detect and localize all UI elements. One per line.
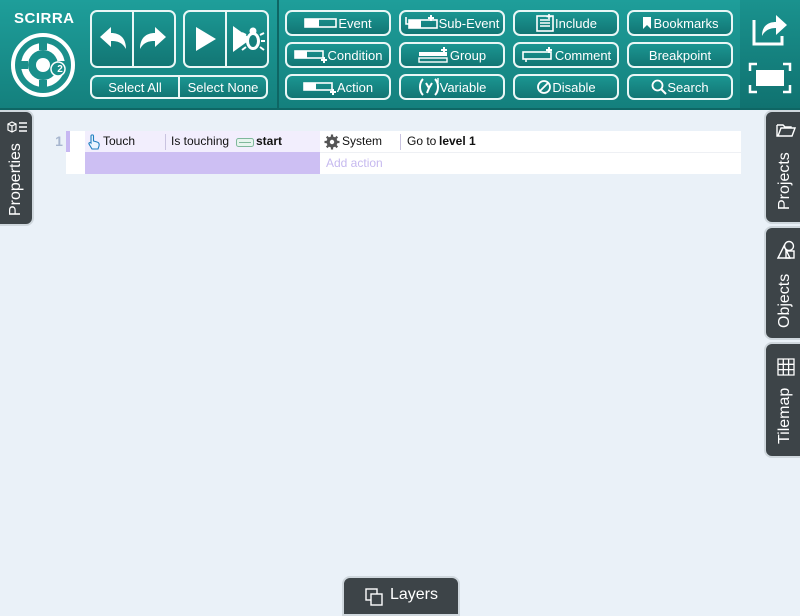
action-row[interactable]: System Go to level 1 [320, 131, 741, 153]
debug-button[interactable] [225, 12, 267, 66]
preview-button[interactable] [185, 12, 225, 66]
condition-separator [165, 134, 166, 150]
action-text[interactable]: Go to [407, 131, 436, 152]
add-sub-event-button[interactable]: Sub-Event [399, 10, 505, 36]
properties-label: Properties [7, 143, 24, 216]
objects-tab[interactable]: Objects [764, 226, 800, 340]
event-icon [304, 18, 338, 28]
layers-icon [365, 588, 383, 606]
folder-icon [776, 124, 796, 137]
search-label: Search [667, 79, 709, 95]
select-none-button[interactable]: Select None [178, 77, 266, 97]
add-variable-button[interactable]: Variable [399, 74, 505, 100]
sub-event-icon [404, 15, 438, 29]
event-label: Event [338, 15, 372, 31]
run-group [183, 10, 269, 68]
fullscreen-icon[interactable] [748, 62, 792, 94]
bookmark-icon [643, 17, 652, 29]
properties-tab[interactable]: Properties [0, 110, 34, 226]
disable-button[interactable]: Disable [513, 74, 619, 100]
share-icon[interactable] [750, 10, 790, 48]
redo-icon [140, 27, 166, 49]
objects-label: Objects [776, 273, 793, 328]
add-condition-button[interactable]: Condition [285, 42, 391, 68]
brand-name: SCIRRA [14, 10, 75, 27]
action-label: Action [336, 79, 374, 95]
include-button[interactable]: Include [513, 10, 619, 36]
group-icon [418, 47, 448, 63]
toolbar: SCIRRA 2 Select All Select None Event Su… [0, 0, 800, 110]
add-condition-area[interactable] [85, 152, 320, 174]
include-label: Include [555, 15, 597, 31]
system-gear-icon [324, 134, 340, 150]
toolbar-divider [277, 0, 279, 108]
condition-icon [293, 50, 327, 63]
search-icon [651, 79, 668, 95]
condition-object[interactable]: Touch [103, 131, 135, 152]
bug-icon [233, 26, 265, 52]
condition-target[interactable]: start [256, 131, 282, 152]
shapes-icon [776, 240, 795, 259]
add-group-button[interactable]: Group [399, 42, 505, 68]
event-number: 1 [55, 133, 63, 149]
undo-icon [100, 27, 126, 49]
bookmarks-label: Bookmarks [653, 15, 719, 31]
action-target[interactable]: level 1 [439, 131, 476, 152]
condition-label: Condition [327, 47, 383, 63]
projects-label: Projects [776, 152, 793, 210]
select-all-button[interactable]: Select All [92, 77, 178, 97]
layers-label: Layers [389, 586, 439, 603]
breakpoint-button[interactable]: Breakpoint [627, 42, 733, 68]
sub-event-label: Sub-Event [438, 15, 500, 31]
event-margin[interactable] [66, 131, 70, 152]
add-event-button[interactable]: Event [285, 10, 391, 36]
event-row[interactable]: Touch Is touching start System Go to lev… [66, 131, 741, 174]
breakpoint-label: Breakpoint [648, 47, 712, 63]
add-action-link[interactable]: Add action [326, 152, 383, 174]
window-controls [740, 0, 800, 108]
redo-button[interactable] [132, 12, 174, 66]
variable-label: Variable [439, 79, 487, 95]
tilemap-label: Tilemap [776, 387, 793, 444]
add-action-button[interactable]: Action [285, 74, 391, 100]
brand: SCIRRA 2 [6, 6, 82, 104]
disable-label: Disable [552, 79, 596, 95]
action-icon [303, 82, 336, 95]
disable-icon [537, 80, 552, 94]
add-comment-button[interactable]: Comment [513, 42, 619, 68]
properties-icon [7, 121, 27, 133]
tilemap-tab[interactable]: Tilemap [764, 342, 800, 458]
undo-redo-group [90, 10, 176, 68]
event-sheet: 1 Touch Is touching start System Go to l… [52, 131, 741, 174]
projects-tab[interactable]: Projects [764, 110, 800, 224]
condition-text[interactable]: Is touching [171, 131, 229, 152]
play-icon [196, 27, 216, 51]
grid-icon [777, 358, 795, 376]
action-separator [400, 134, 401, 150]
layers-tab[interactable]: Layers [342, 576, 460, 616]
comment-label: Comment [554, 47, 612, 63]
touch-icon [88, 134, 100, 150]
group-label: Group [449, 47, 487, 63]
undo-button[interactable] [92, 12, 132, 66]
comment-icon [522, 47, 552, 62]
condition-row[interactable]: Touch Is touching start [85, 131, 320, 153]
include-icon [536, 14, 554, 32]
sprite-icon [236, 138, 254, 147]
logo-badge: 2 [57, 64, 63, 75]
selection-group: Select All Select None [90, 75, 268, 99]
search-button[interactable]: Search [627, 74, 733, 100]
variable-icon [418, 78, 439, 96]
action-object[interactable]: System [342, 131, 382, 152]
bookmarks-button[interactable]: Bookmarks [627, 10, 733, 36]
